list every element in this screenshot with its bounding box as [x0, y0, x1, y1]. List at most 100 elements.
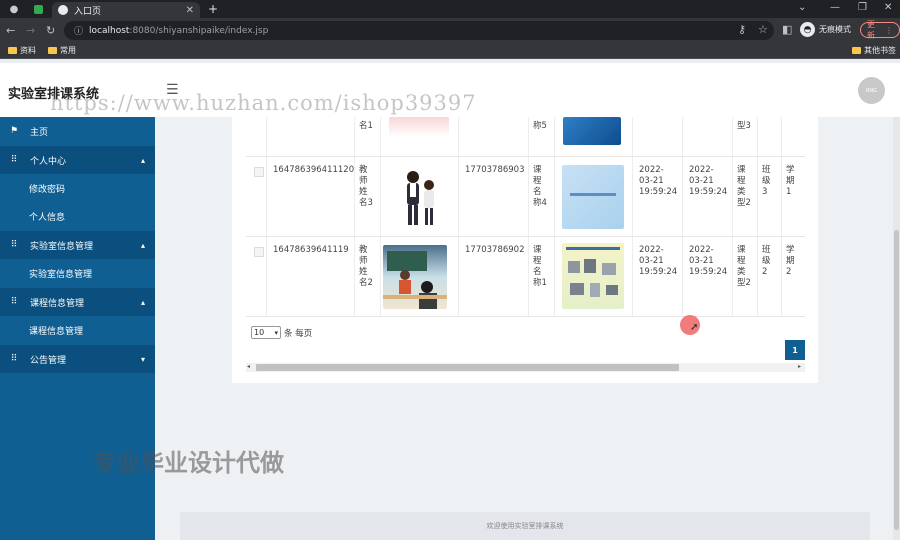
sidebar-item-label: 实验室信息管理: [29, 269, 93, 280]
per-page-label: 条 每页: [284, 329, 313, 339]
course-image: [562, 243, 624, 309]
teacher-photo: [391, 165, 447, 229]
user-avatar[interactable]: RNG: [858, 77, 885, 104]
mouse-pointer-icon: ➚: [690, 322, 699, 333]
update-button[interactable]: 更新 ⋮: [860, 20, 900, 40]
overlay-watermark: 专业毕业设计代做: [92, 449, 284, 477]
bookmark-star-icon[interactable]: ☆: [758, 23, 768, 36]
end-time-cell: 2022-03-21 19:59:24: [682, 157, 732, 236]
start-time-cell: 2022-03-21 19:59:24: [632, 237, 682, 316]
class-cell: 班级3: [757, 157, 781, 236]
minimize-icon[interactable]: —: [830, 2, 840, 13]
url-input[interactable]: ⓘ localhost:8080/shiyanshipaike/index.js…: [64, 21, 774, 40]
app-header: 实验室排课系统 ☰ https://www.huzhan.com/ishop39…: [0, 63, 900, 117]
close-tab-icon[interactable]: ✕: [186, 5, 194, 16]
chevron-down-icon: ▾: [274, 328, 278, 337]
bookmark-label: 资料: [20, 46, 36, 55]
new-tab-icon[interactable]: +: [208, 2, 218, 16]
page-size-value: 10: [254, 328, 265, 337]
side-panel-icon[interactable]: ◧: [782, 23, 792, 36]
restore-icon[interactable]: ❐: [858, 2, 867, 13]
sidebar-item-lab-info[interactable]: 实验室信息管理: [0, 259, 155, 287]
tab-title: 入口页: [74, 6, 102, 17]
incognito-label: 无痕模式: [819, 25, 851, 34]
folder-icon: [852, 47, 861, 54]
start-time-cell: 2022-03-21 19:59:24: [632, 157, 682, 236]
phone-cell: 17703786903: [458, 157, 528, 236]
url-path: :8080/shiyanshipaike/index.jsp: [129, 25, 269, 36]
browser-menu-icon[interactable]: ●: [4, 2, 24, 16]
caret-up-icon: ▴: [140, 297, 145, 307]
sidebar-item-home[interactable]: ⚑ 主页: [0, 117, 155, 145]
course-type-cell: 型3: [732, 117, 757, 156]
course-name-cell: 课程名称4: [528, 157, 554, 236]
browser-tab-active[interactable]: 入口页 ✕: [52, 2, 200, 18]
key-icon[interactable]: ⚷: [738, 23, 746, 36]
table-hscroll-thumb[interactable]: [256, 364, 679, 371]
forward-icon[interactable]: →: [26, 24, 35, 37]
browser-address-bar: ← → ↻ ⓘ localhost:8080/shiyanshipaike/in…: [0, 18, 900, 43]
row-checkbox[interactable]: [254, 167, 264, 177]
sidebar-group-lab-info[interactable]: ⠿ 实验室信息管理 ▴: [0, 231, 155, 259]
info-icon[interactable]: ⓘ: [74, 24, 83, 37]
course-name-cell: 称5: [528, 117, 554, 156]
folder-icon: [48, 47, 57, 54]
row-checkbox[interactable]: [254, 247, 264, 257]
watermark-url: https://www.huzhan.com/ishop39397: [50, 91, 477, 115]
scroll-right-icon[interactable]: ▸: [798, 363, 801, 370]
page-size-select[interactable]: 10 ▾: [251, 326, 281, 339]
grid-icon: ⠿: [10, 240, 18, 250]
grid-icon: ⠿: [10, 155, 18, 165]
close-window-icon[interactable]: ✕: [884, 2, 892, 13]
caret-up-icon: ▴: [140, 155, 145, 165]
grid-icon: ⠿: [10, 297, 18, 307]
course-type-cell: 课程类型2: [732, 237, 757, 316]
sidebar-item-label: 个人中心: [30, 156, 67, 167]
tab-search-icon[interactable]: ⌄: [798, 2, 806, 13]
teacher-photo: [383, 245, 447, 309]
end-time-cell: 2022-03-21 19:59:24: [682, 237, 732, 316]
sidebar-item-personal-info[interactable]: 个人信息: [0, 202, 155, 230]
sidebar-item-label: 主页: [30, 127, 49, 138]
phone-cell: 17703786902: [458, 237, 528, 316]
more-menu-icon: ⋮: [885, 25, 893, 35]
bookmark-folder[interactable]: 常用: [48, 45, 76, 56]
sidebar-item-label: 实验室信息管理: [30, 241, 94, 252]
course-name-cell: 课程名称1: [528, 237, 554, 316]
globe-icon: [58, 5, 68, 15]
teacher-name-cell: 教师姓名2: [354, 237, 380, 316]
teacher-name-cell: 名1: [354, 117, 380, 156]
course-type-cell: 课程类型2: [732, 157, 757, 236]
footer: 欢迎使用实验室排课系统: [180, 512, 870, 540]
sidebar-group-personal-center[interactable]: ⠿ 个人中心 ▴: [0, 146, 155, 174]
bookmark-folder[interactable]: 资料: [8, 45, 36, 56]
table-row: 164786396411120 教师姓名3 17703786903 课程名称4 …: [246, 157, 805, 237]
course-image: [562, 165, 624, 229]
page-scrollbar-thumb[interactable]: [894, 230, 899, 530]
sidebar-group-course-info[interactable]: ⠿ 课程信息管理 ▴: [0, 288, 155, 316]
incognito-icon: ◓: [800, 22, 815, 37]
incognito-indicator[interactable]: ◓ 无痕模式: [800, 22, 851, 37]
teacher-photo: [389, 117, 449, 137]
url-host: localhost: [89, 25, 130, 36]
sidebar-item-label: 课程信息管理: [29, 326, 84, 337]
grid-icon: ⠿: [10, 354, 18, 364]
id-cell: 164786396411120: [266, 157, 354, 236]
scroll-left-icon[interactable]: ◂: [247, 363, 250, 370]
id-cell: 16478639641119: [266, 237, 354, 316]
app-favicon-icon[interactable]: [28, 2, 48, 16]
bookmark-label: 常用: [60, 46, 76, 55]
page-button-1[interactable]: 1: [785, 340, 805, 360]
other-bookmarks[interactable]: 其他书签: [852, 45, 896, 56]
sidebar-group-announcements[interactable]: ⠿ 公告管理 ▾: [0, 345, 155, 373]
bookmarks-bar: 资料 常用 其他书签: [0, 43, 900, 59]
footer-text: 欢迎使用实验室排课系统: [486, 522, 564, 530]
back-icon[interactable]: ←: [6, 24, 15, 37]
other-bookmarks-label: 其他书签: [864, 46, 896, 55]
reload-icon[interactable]: ↻: [46, 24, 55, 37]
sidebar-item-course-info[interactable]: 课程信息管理: [0, 316, 155, 344]
sidebar-item-change-password[interactable]: 修改密码: [0, 174, 155, 202]
class-cell: 班级2: [757, 237, 781, 316]
course-image: [563, 117, 621, 145]
sidebar-item-label: 修改密码: [29, 184, 66, 195]
